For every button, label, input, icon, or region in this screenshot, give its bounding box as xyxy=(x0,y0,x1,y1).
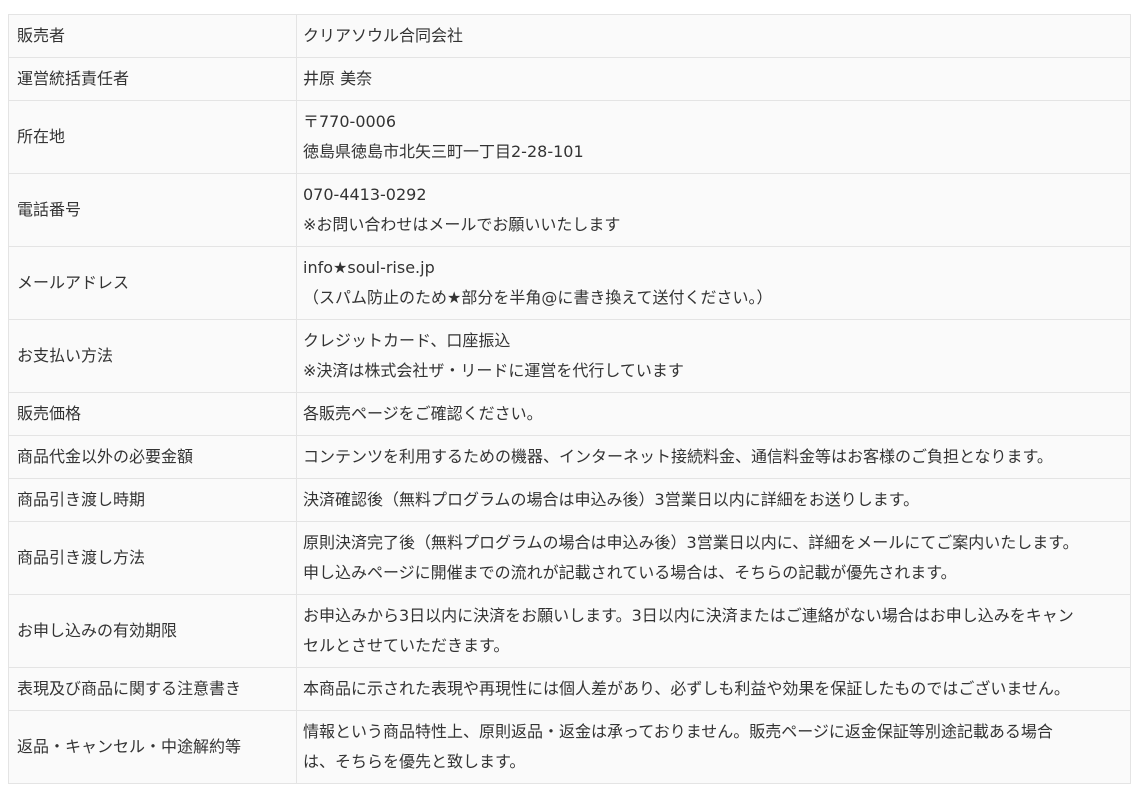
row-label-delivery-method: 商品引き渡し方法 xyxy=(8,521,297,595)
table-row: 表現及び商品に関する注意書き 本商品に示された表現や再現性には個人差があり、必ず… xyxy=(8,667,1131,711)
row-value-manager: 井原 美奈 xyxy=(296,57,1131,101)
row-value-address: 〒770-0006 徳島県徳島市北矢三町一丁目2-28-101 xyxy=(296,100,1131,174)
table-row: 販売価格 各販売ページをご確認ください。 xyxy=(8,392,1131,436)
row-label-extra-cost: 商品代金以外の必要金額 xyxy=(8,435,297,479)
row-label-payment: お支払い方法 xyxy=(8,319,297,393)
row-value-delivery-method: 原則決済完了後（無料プログラムの場合は申込み後）3営業日以内に、詳細をメールにて… xyxy=(296,521,1131,595)
value-line: は、そちらを優先と致します。 xyxy=(303,752,526,771)
row-label-seller: 販売者 xyxy=(8,14,297,58)
row-value-price: 各販売ページをご確認ください。 xyxy=(296,392,1131,436)
email-address: info★soul-rise.jp xyxy=(303,258,435,277)
table-row: 販売者 クリアソウル合同会社 xyxy=(8,14,1131,58)
value-line: 決済確認後（無料プログラムの場合は申込み後）3営業日以内に詳細をお送りします。 xyxy=(303,490,920,509)
value-line: 情報という商品特性上、原則返品・返金は承っておりません。販売ページに返金保証等別… xyxy=(303,722,1053,741)
value-line: 井原 美奈 xyxy=(303,69,373,88)
table-row: 商品代金以外の必要金額 コンテンツを利用するための機器、インターネット接続料金、… xyxy=(8,435,1131,479)
row-value-validity: お申込みから3日以内に決済をお願いします。3日以内に決済またはご連絡がない場合は… xyxy=(296,594,1131,668)
row-value-phone: 070-4413-0292 ※お問い合わせはメールでお願いいたします xyxy=(296,173,1131,247)
table-row: 商品引き渡し方法 原則決済完了後（無料プログラムの場合は申込み後）3営業日以内に… xyxy=(8,521,1131,595)
row-value-payment: クレジットカード、口座振込 ※決済は株式会社ザ・リードに運営を代行しています xyxy=(296,319,1131,393)
row-value-returns: 情報という商品特性上、原則返品・返金は承っておりません。販売ページに返金保証等別… xyxy=(296,710,1131,784)
email-note: （スパム防止のため★部分を半角@に書き換えて送付ください。） xyxy=(303,288,773,307)
table-row: お支払い方法 クレジットカード、口座振込 ※決済は株式会社ザ・リードに運営を代行… xyxy=(8,319,1131,393)
row-value-seller: クリアソウル合同会社 xyxy=(296,14,1131,58)
row-value-disclaimer: 本商品に示された表現や再現性には個人差があり、必ずしも利益や効果を保証したもので… xyxy=(296,667,1131,711)
phone-number: 070-4413-0292 xyxy=(303,185,427,204)
table-row: 返品・キャンセル・中途解約等 情報という商品特性上、原則返品・返金は承っておりま… xyxy=(8,710,1131,784)
value-line: クリアソウル合同会社 xyxy=(303,26,464,45)
row-label-manager: 運営統括責任者 xyxy=(8,57,297,101)
table-row: お申し込みの有効期限 お申込みから3日以内に決済をお願いします。3日以内に決済ま… xyxy=(8,594,1131,668)
row-label-returns: 返品・キャンセル・中途解約等 xyxy=(8,710,297,784)
table-row: 所在地 〒770-0006 徳島県徳島市北矢三町一丁目2-28-101 xyxy=(8,100,1131,174)
row-value-email: info★soul-rise.jp （スパム防止のため★部分を半角@に書き換えて… xyxy=(296,246,1131,320)
value-line: 各販売ページをご確認ください。 xyxy=(303,404,543,423)
payment-note: ※決済は株式会社ザ・リードに運営を代行しています xyxy=(303,361,684,380)
table-row: 商品引き渡し時期 決済確認後（無料プログラムの場合は申込み後）3営業日以内に詳細… xyxy=(8,478,1131,522)
row-label-address: 所在地 xyxy=(8,100,297,174)
table-row: 運営統括責任者 井原 美奈 xyxy=(8,57,1131,101)
table-row: メールアドレス info★soul-rise.jp （スパム防止のため★部分を半… xyxy=(8,246,1131,320)
value-line: お申込みから3日以内に決済をお願いします。3日以内に決済またはご連絡がない場合は… xyxy=(303,606,1074,625)
row-value-extra-cost: コンテンツを利用するための機器、インターネット接続料金、通信料金等はお客様のご負… xyxy=(296,435,1131,479)
value-line: セルとさせていただきます。 xyxy=(303,636,510,655)
row-label-disclaimer: 表現及び商品に関する注意書き xyxy=(8,667,297,711)
value-line: 申し込みページに開催までの流れが記載されている場合は、そちらの記載が優先されます… xyxy=(303,563,957,582)
row-label-delivery-time: 商品引き渡し時期 xyxy=(8,478,297,522)
row-label-price: 販売価格 xyxy=(8,392,297,436)
row-value-delivery-time: 決済確認後（無料プログラムの場合は申込み後）3営業日以内に詳細をお送りします。 xyxy=(296,478,1131,522)
value-line: 本商品に示された表現や再現性には個人差があり、必ずしも利益や効果を保証したもので… xyxy=(303,679,1070,698)
row-label-validity: お申し込みの有効期限 xyxy=(8,594,297,668)
postal-code: 〒770-0006 xyxy=(303,112,397,131)
phone-note: ※お問い合わせはメールでお願いいたします xyxy=(303,215,621,234)
payment-methods: クレジットカード、口座振込 xyxy=(303,331,511,350)
commerce-law-table: 販売者 クリアソウル合同会社 運営統括責任者 井原 美奈 所在地 〒770-00… xyxy=(8,14,1131,784)
legal-notice-section: 販売者 クリアソウル合同会社 運営統括責任者 井原 美奈 所在地 〒770-00… xyxy=(8,14,1131,784)
value-line: コンテンツを利用するための機器、インターネット接続料金、通信料金等はお客様のご負… xyxy=(303,447,1053,466)
table-row: 電話番号 070-4413-0292 ※お問い合わせはメールでお願いいたします xyxy=(8,173,1131,247)
row-label-phone: 電話番号 xyxy=(8,173,297,247)
row-label-email: メールアドレス xyxy=(8,246,297,320)
street-address: 徳島県徳島市北矢三町一丁目2-28-101 xyxy=(303,142,584,161)
value-line: 原則決済完了後（無料プログラムの場合は申込み後）3営業日以内に、詳細をメールにて… xyxy=(303,533,1079,552)
